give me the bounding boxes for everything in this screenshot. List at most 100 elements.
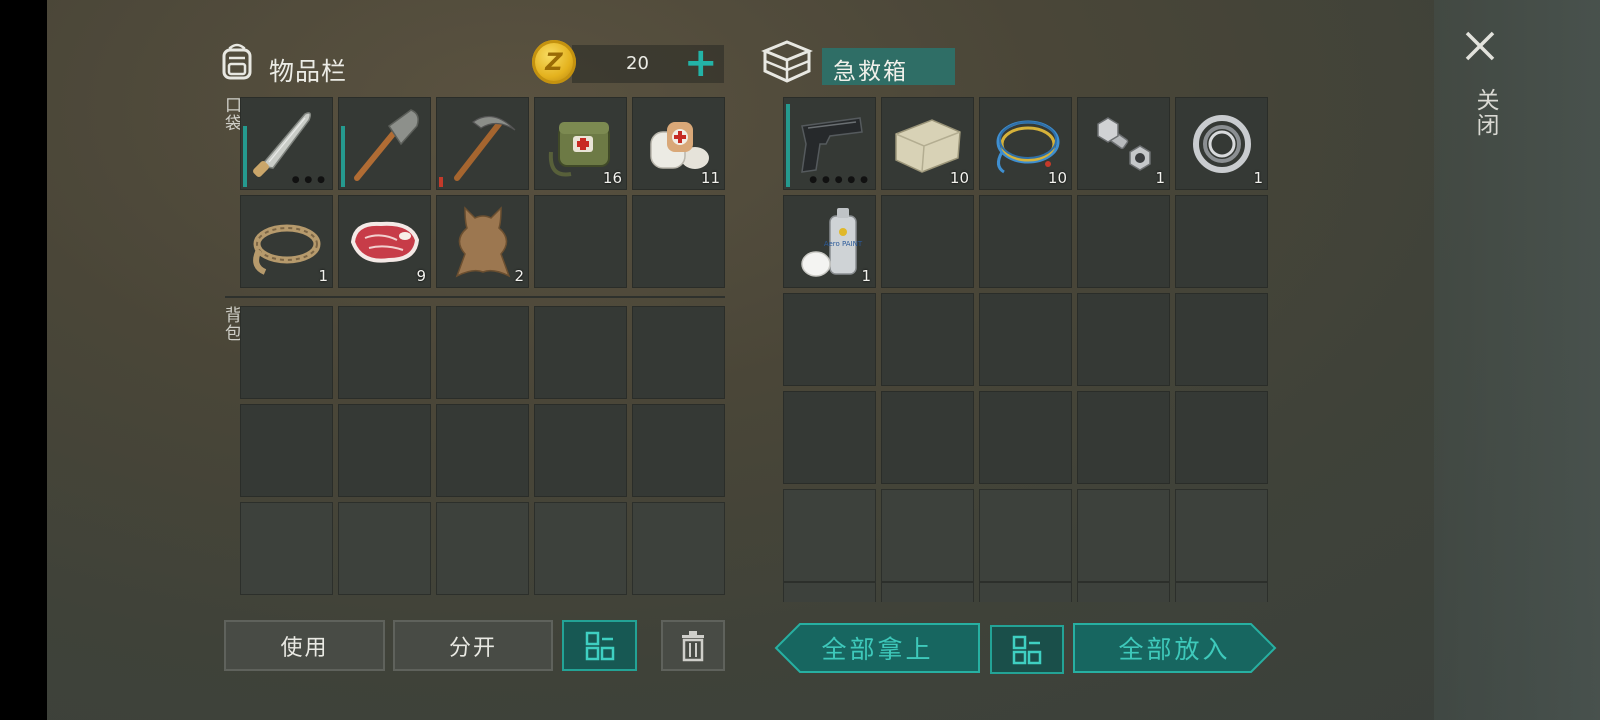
container-slot[interactable]	[1077, 195, 1170, 288]
pocket-slot[interactable]	[436, 97, 529, 190]
container-slot[interactable]	[979, 391, 1072, 484]
container-slot[interactable]	[979, 582, 1072, 602]
container-slot[interactable]	[881, 195, 974, 288]
spray-paint-icon: Aero PAINT	[801, 208, 863, 277]
container-slot[interactable]	[979, 489, 1072, 582]
container-slot[interactable]: Aero PAINT 1	[783, 195, 876, 288]
pocket-backpack-divider	[225, 296, 725, 298]
pocket-slot[interactable]	[632, 195, 725, 288]
take-all-button[interactable]: 全部拿上	[774, 622, 981, 674]
container-slot[interactable]	[1175, 391, 1268, 484]
pocket-slot[interactable]	[338, 97, 431, 190]
grid-sort-icon	[1012, 635, 1042, 664]
container-slot[interactable]: 1	[1077, 97, 1170, 190]
container-slot[interactable]	[1175, 195, 1268, 288]
backpack-slot-locked	[534, 502, 627, 595]
split-button[interactable]: 分开	[393, 620, 553, 671]
backpack-slot-locked	[436, 502, 529, 595]
put-all-button[interactable]: 全部放入	[1072, 622, 1277, 674]
close-icon[interactable]	[1462, 28, 1498, 64]
container-slot[interactable]	[979, 195, 1072, 288]
backpack-slot[interactable]	[436, 404, 529, 497]
container-slot[interactable]	[881, 582, 974, 602]
container-slot[interactable]	[783, 582, 876, 602]
sort-container-button[interactable]	[990, 625, 1064, 674]
backpack-slot[interactable]	[240, 404, 333, 497]
backpack-grid	[240, 306, 725, 595]
pocket-slot[interactable]: 9	[338, 195, 431, 288]
backpack-slot-locked	[338, 502, 431, 595]
container-slot[interactable]	[881, 293, 974, 386]
backpack-slot[interactable]	[534, 306, 627, 399]
durability-dots: ● ● ● ● ●	[809, 175, 869, 185]
backpack-slot[interactable]	[338, 404, 431, 497]
container-slot[interactable]	[1077, 293, 1170, 386]
trash-icon	[682, 630, 704, 661]
bearing-icon	[1193, 115, 1251, 173]
container-slot[interactable]	[979, 293, 1072, 386]
backpack-slot[interactable]	[534, 404, 627, 497]
backpack-slot[interactable]	[632, 404, 725, 497]
backpack-slot[interactable]	[436, 306, 529, 399]
container-slot[interactable]	[783, 489, 876, 582]
item-quantity: 1	[1253, 169, 1263, 187]
take-all-label: 全部拿上	[821, 635, 934, 664]
container-slot[interactable]	[881, 489, 974, 582]
raw-meat-icon	[350, 221, 420, 263]
storage-box-icon	[761, 40, 813, 83]
bolt-nut-icon	[1097, 117, 1151, 171]
backpack-slot[interactable]	[240, 306, 333, 399]
pocket-slot[interactable]: 1	[240, 195, 333, 288]
container-slot[interactable]	[1175, 582, 1268, 602]
pocket-slot[interactable]: 2	[436, 195, 529, 288]
inventory-title: 物品栏	[269, 57, 348, 86]
container-title: 急救箱	[833, 59, 908, 85]
shovel-icon	[354, 109, 419, 181]
put-all-label: 全部放入	[1118, 635, 1231, 664]
item-quantity: 9	[416, 267, 426, 285]
pocket-grid: ● ● ● 16 11 1 9 2	[240, 97, 725, 288]
pocket-slot[interactable]: 16	[534, 97, 627, 190]
item-quantity: 1	[861, 267, 871, 285]
pocket-slot[interactable]: ● ● ●	[240, 97, 333, 190]
use-button[interactable]: 使用	[224, 620, 385, 671]
backpack-slot-locked	[240, 502, 333, 595]
container-slot[interactable]	[1175, 293, 1268, 386]
backpack-slot[interactable]	[632, 306, 725, 399]
container-slot[interactable]	[783, 391, 876, 484]
pocket-slot[interactable]: 11	[632, 97, 725, 190]
container-slot[interactable]	[783, 293, 876, 386]
pocket-slot[interactable]	[534, 195, 627, 288]
container-slot[interactable]	[1077, 489, 1170, 582]
spray-label: Aero PAINT	[824, 240, 863, 248]
container-slot[interactable]	[1077, 582, 1170, 602]
close-label[interactable]: 关闭	[1468, 88, 1502, 138]
container-slot[interactable]	[1175, 489, 1268, 582]
trash-button[interactable]	[661, 620, 725, 671]
container-grid-more-row	[783, 582, 1270, 602]
item-quantity: 1	[1155, 169, 1165, 187]
item-quantity: 2	[514, 267, 524, 285]
backpack-slot[interactable]	[338, 306, 431, 399]
add-coins-button[interactable]: +	[684, 41, 718, 85]
container-slot[interactable]	[1077, 391, 1170, 484]
rope-icon	[253, 224, 321, 275]
leather-hide-icon	[455, 206, 511, 278]
container-slot[interactable]	[881, 391, 974, 484]
item-quantity: 1	[318, 267, 328, 285]
container-slot[interactable]: 1	[1175, 97, 1268, 190]
item-quantity: 10	[1047, 169, 1067, 187]
pickaxe-icon	[454, 115, 516, 181]
container-grid: ● ● ● ● ● 10 10 1 1 Aero PAINT 1	[783, 97, 1268, 582]
coin-count: 20	[626, 53, 649, 74]
machete-icon	[253, 112, 312, 177]
right-panel-shade	[1434, 0, 1600, 720]
container-slot[interactable]: ● ● ● ● ●	[783, 97, 876, 190]
sort-inventory-button[interactable]	[562, 620, 637, 671]
durability-dots: ● ● ●	[291, 175, 326, 185]
item-quantity: 11	[700, 169, 720, 187]
container-slot[interactable]: 10	[881, 97, 974, 190]
pistol-icon	[801, 117, 863, 173]
container-slot[interactable]: 10	[979, 97, 1072, 190]
backpack-slot-locked	[632, 502, 725, 595]
